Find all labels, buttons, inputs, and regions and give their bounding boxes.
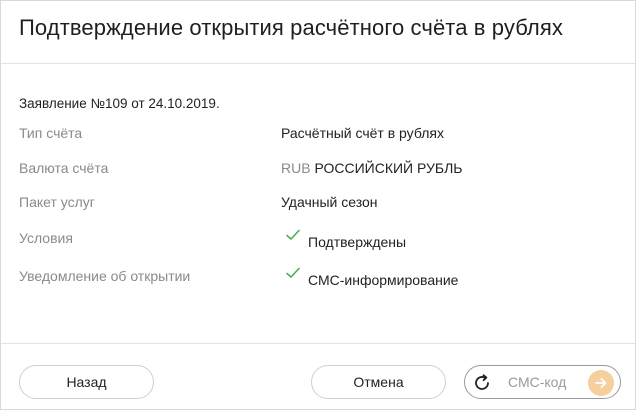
currency-name: РОССИЙСКИЙ РУБЛЬ [314, 160, 463, 176]
currency-value: RUB РОССИЙСКИЙ РУБЛЬ [281, 160, 463, 176]
detail-row-currency: Валюта счёта RUB РОССИЙСКИЙ РУБЛЬ [1, 160, 635, 182]
detail-row-notification: Уведомление об открытии СМС-информирован… [1, 265, 635, 290]
conditions-label: Условия [19, 230, 73, 246]
detail-row-conditions: Условия Подтверждены [1, 227, 635, 252]
detail-row-package: Пакет услуг Удачный сезон [1, 194, 635, 216]
confirm-dialog: Подтверждение открытия расчётного счёта … [0, 0, 636, 410]
check-icon [285, 265, 301, 281]
detail-row-account-type: Тип счёта Расчётный счёт в рублях [1, 125, 635, 147]
dialog-title: Подтверждение открытия расчётного счёта … [19, 15, 563, 40]
package-value: Удачный сезон [281, 194, 378, 210]
sms-code-placeholder: СМС-код [508, 374, 567, 390]
cancel-button[interactable]: Отмена [311, 365, 446, 399]
currency-code: RUB [281, 160, 311, 176]
conditions-value: Подтверждены [308, 234, 407, 250]
account-type-label: Тип счёта [19, 125, 83, 141]
dialog-footer: Назад Отмена СМС-код [1, 343, 635, 410]
arrow-right-icon [595, 378, 607, 388]
notification-value: СМС-информирование [308, 272, 459, 288]
statement-text: Заявление №109 от 24.10.2019. [19, 96, 220, 111]
dialog-header: Подтверждение открытия расчётного счёта … [1, 1, 635, 64]
notification-label: Уведомление об открытии [19, 268, 191, 284]
back-button[interactable]: Назад [19, 365, 154, 399]
package-label: Пакет услуг [19, 194, 95, 210]
check-icon [285, 227, 301, 243]
sms-code-field[interactable]: СМС-код [464, 365, 621, 399]
account-type-value: Расчётный счёт в рублях [281, 125, 444, 141]
submit-code-button[interactable] [588, 370, 614, 396]
refresh-icon[interactable] [472, 373, 492, 393]
currency-label: Валюта счёта [19, 160, 109, 176]
